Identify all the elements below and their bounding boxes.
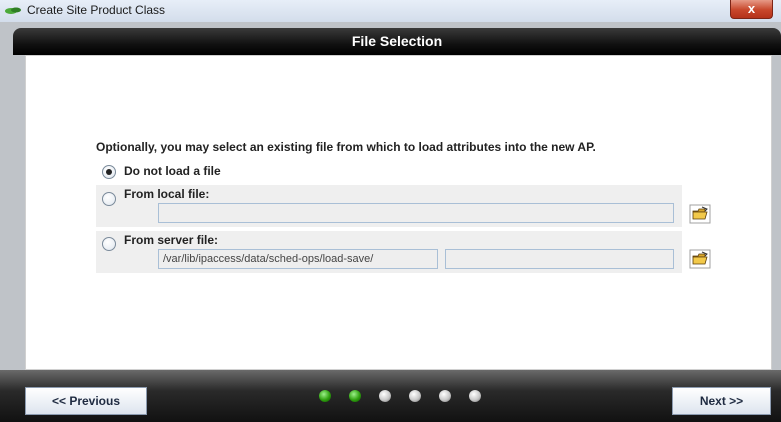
step-dot-4 — [409, 390, 421, 402]
server-file-input[interactable] — [445, 249, 674, 269]
local-file-input[interactable] — [158, 203, 674, 223]
option-label-do-not-load[interactable]: Do not load a file — [124, 164, 221, 178]
step-dot-3 — [379, 390, 391, 402]
title-bar: Create Site Product Class x — [0, 0, 781, 23]
radio-do-not-load[interactable] — [102, 165, 116, 179]
step-dot-1 — [319, 390, 331, 402]
radio-from-server-file[interactable] — [102, 237, 116, 251]
close-icon: x — [747, 1, 756, 16]
previous-button[interactable]: << Previous — [25, 387, 147, 415]
header-bar: File Selection — [13, 28, 781, 55]
step-dot-2 — [349, 390, 361, 402]
next-button[interactable]: Next >> — [672, 387, 771, 415]
dialog-window: Create Site Product Class x File Selecti… — [0, 0, 781, 422]
page-title: File Selection — [351, 33, 443, 49]
prompt-text: Optionally, you may select an existing f… — [96, 140, 596, 154]
open-folder-icon[interactable] — [689, 249, 711, 269]
step-indicator — [305, 390, 495, 402]
radio-from-local-file[interactable] — [102, 192, 116, 206]
open-folder-icon[interactable] — [689, 204, 711, 224]
option-label-server-file[interactable]: From server file: — [124, 233, 218, 247]
close-button[interactable]: x — [730, 0, 773, 19]
step-dot-5 — [439, 390, 451, 402]
step-dot-6 — [469, 390, 481, 402]
server-path-field — [158, 249, 438, 269]
option-label-local-file[interactable]: From local file: — [124, 187, 209, 201]
window-title: Create Site Product Class — [27, 3, 166, 17]
leaf-icon — [5, 7, 21, 14]
